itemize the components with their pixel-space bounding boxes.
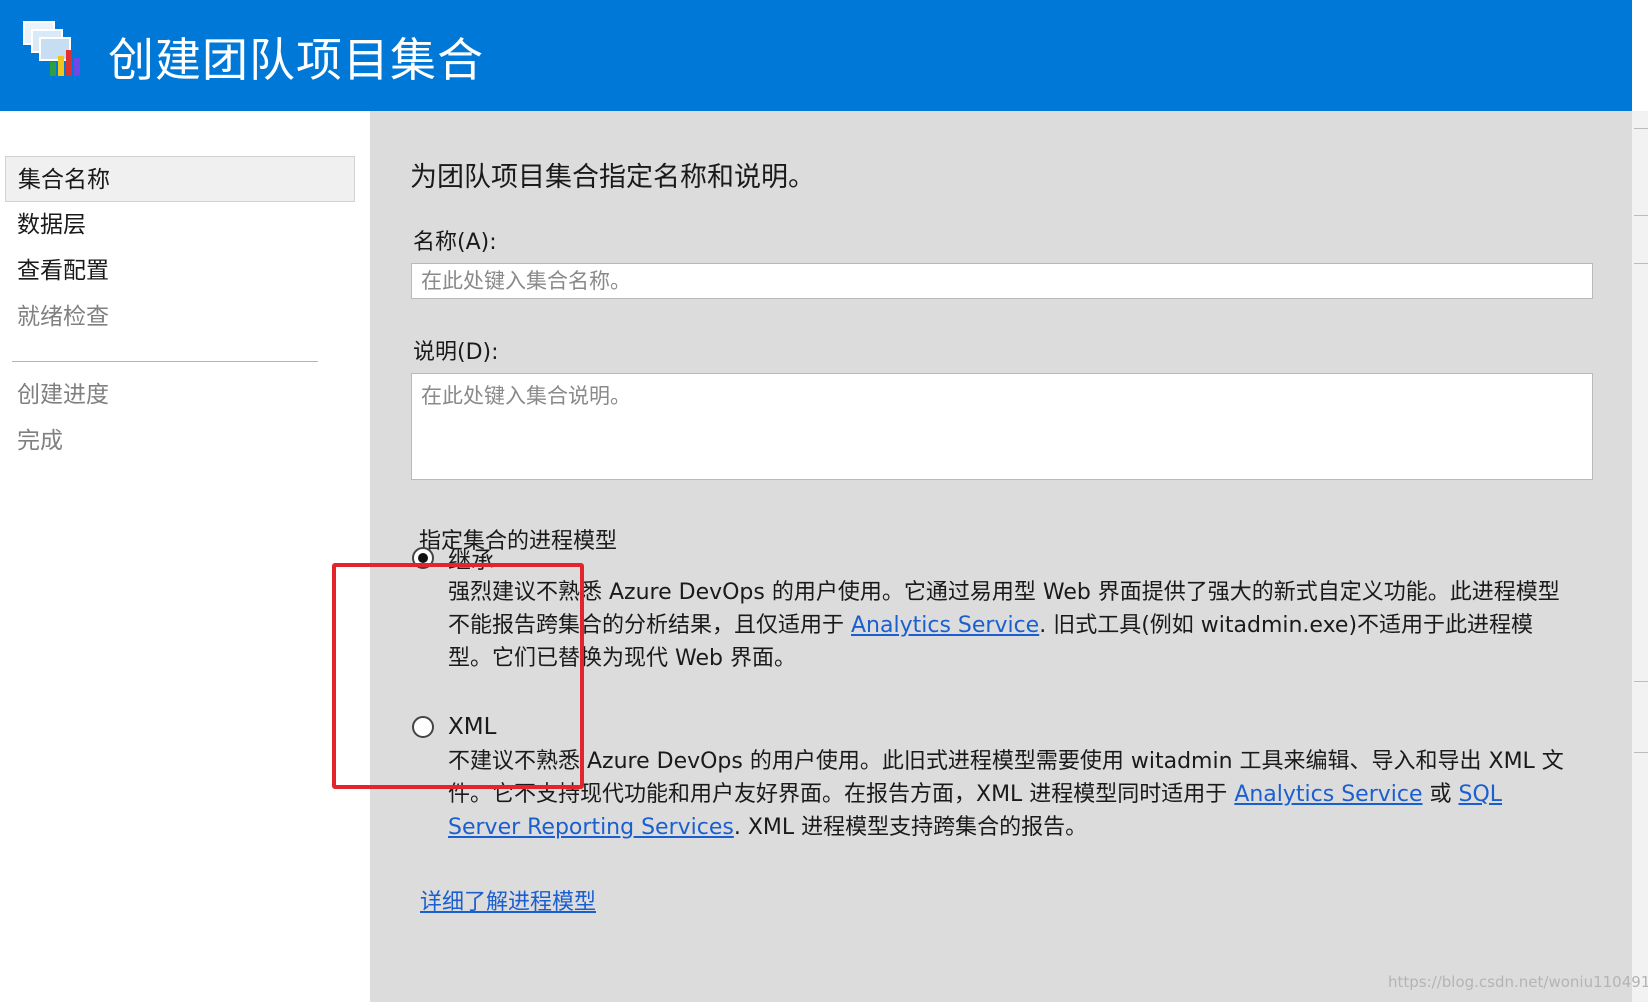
nav-item-data-tier[interactable]: 数据层 xyxy=(5,202,355,248)
process-option-inheritance[interactable]: 继承 xyxy=(412,541,494,575)
nav-item-review-config[interactable]: 查看配置 xyxy=(5,248,355,294)
analytics-service-link[interactable]: Analytics Service xyxy=(851,613,1039,638)
xml-label[interactable]: XML xyxy=(448,714,496,740)
nav-divider xyxy=(12,361,318,362)
main-panel: 为团队项目集合指定名称和说明。 名称(A): 说明(D): 指定集合的进程模型 … xyxy=(370,111,1632,1002)
description-field-label: 说明(D): xyxy=(413,340,499,365)
learn-more-process-link[interactable]: 详细了解进程模型 xyxy=(420,884,596,916)
xml-radio[interactable] xyxy=(412,716,434,738)
nav-item-create-progress: 创建进度 xyxy=(17,382,109,408)
window-edge xyxy=(1632,0,1648,1002)
page-heading: 为团队项目集合指定名称和说明。 xyxy=(410,162,815,193)
collection-description-input[interactable] xyxy=(411,373,1593,480)
inheritance-radio[interactable] xyxy=(412,547,434,569)
watermark: https://blog.csdn.net/woniu1104913 xyxy=(1388,973,1648,991)
wizard-step-nav: 集合名称 数据层 查看配置 就绪检查 创建进度 完成 xyxy=(0,111,370,1002)
process-option-xml[interactable]: XML xyxy=(412,712,496,742)
nav-item-collection-name[interactable]: 集合名称 xyxy=(5,156,355,202)
inheritance-description: 强烈建议不熟悉 Azure DevOps 的用户使用。它通过易用型 Web 界面… xyxy=(448,580,1560,671)
window-title: 创建团队项目集合 xyxy=(108,33,484,87)
nav-item-readiness-checks: 就绪检查 xyxy=(17,304,109,330)
xml-description: 不建议不熟悉 Azure DevOps 的用户使用。此旧式进程模型需要使用 wi… xyxy=(448,749,1564,840)
inheritance-label[interactable]: 继承 xyxy=(448,541,494,575)
name-field-label: 名称(A): xyxy=(413,230,497,255)
analytics-service-link-xml[interactable]: Analytics Service xyxy=(1234,782,1422,807)
team-project-collection-icon xyxy=(23,21,80,76)
nav-item-complete: 完成 xyxy=(17,428,63,454)
title-bar: 创建团队项目集合 xyxy=(0,0,1632,111)
collection-name-input[interactable] xyxy=(411,263,1593,299)
